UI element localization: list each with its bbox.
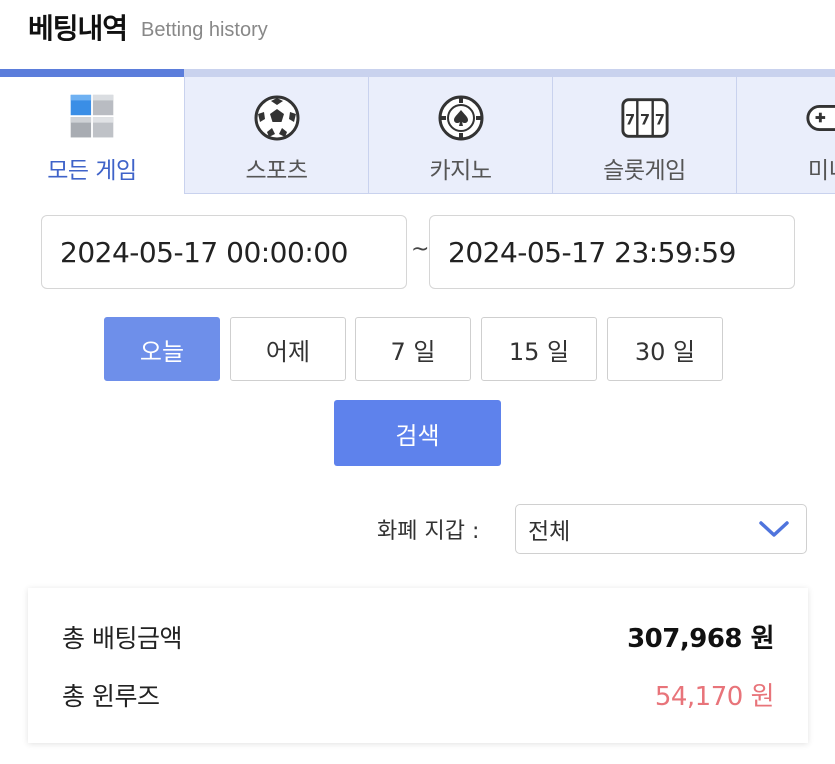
total-bet-row: 총 배팅금액 307,968 원 xyxy=(62,618,774,655)
chevron-down-icon xyxy=(758,519,790,545)
page-title: 베팅내역 xyxy=(28,12,128,45)
total-win-value: 54,170 원 xyxy=(654,682,775,712)
soccer-ball-icon xyxy=(252,93,302,143)
quick-range-7days[interactable]: 7 일 xyxy=(355,317,471,381)
slot-machine-icon: 7 7 7 xyxy=(620,93,670,143)
tab-casino[interactable]: 카지노 xyxy=(368,77,552,194)
quick-range-today[interactable]: 오늘 xyxy=(104,317,220,381)
wallet-select-value: 전체 xyxy=(528,519,571,545)
game-tabs: 모든 게임 스포츠 카지노 7 7 7 슬롯게임 미 xyxy=(0,77,835,194)
svg-text:7: 7 xyxy=(625,113,635,129)
tab-label: 슬롯게임 xyxy=(603,158,686,184)
svg-text:7: 7 xyxy=(654,113,664,129)
wallet-label: 화폐 지갑 : xyxy=(377,519,480,544)
tab-indicator-bar xyxy=(0,69,835,77)
total-win-label: 총 윈루즈 xyxy=(62,681,160,711)
date-separator: ~ xyxy=(411,237,430,262)
tab-label: 미니 xyxy=(807,158,835,184)
start-date-input[interactable]: 2024-05-17 00:00:00 xyxy=(41,215,407,289)
total-win-row: 총 윈루즈 54,170 원 xyxy=(62,676,775,713)
quick-range-30days[interactable]: 30 일 xyxy=(607,317,723,381)
page-subtitle: Betting history xyxy=(141,18,268,41)
search-button[interactable]: 검색 xyxy=(334,400,501,466)
svg-text:7: 7 xyxy=(639,113,649,129)
wallet-select[interactable]: 전체 xyxy=(515,504,807,554)
cubes-icon xyxy=(67,93,117,143)
casino-chip-icon xyxy=(436,93,486,143)
end-date-input[interactable]: 2024-05-17 23:59:59 xyxy=(429,215,795,289)
tab-label: 스포츠 xyxy=(245,158,308,184)
total-bet-label: 총 배팅금액 xyxy=(62,623,182,653)
tab-slot-games[interactable]: 7 7 7 슬롯게임 xyxy=(552,77,736,194)
page-header: 베팅내역 Betting history xyxy=(28,0,268,54)
tab-indicator-active xyxy=(0,69,184,77)
summary-panel: 총 배팅금액 307,968 원 총 윈루즈 54,170 원 xyxy=(28,588,808,743)
tab-mini[interactable]: 미니 xyxy=(736,77,835,194)
tab-label: 모든 게임 xyxy=(47,158,137,184)
tab-label: 카지노 xyxy=(429,158,492,184)
gamepad-icon xyxy=(804,93,835,143)
tab-sports[interactable]: 스포츠 xyxy=(184,77,368,194)
total-bet-value: 307,968 원 xyxy=(627,624,774,654)
tab-all-games[interactable]: 모든 게임 xyxy=(0,77,184,194)
quick-range-yesterday[interactable]: 어제 xyxy=(230,317,346,381)
quick-range-15days[interactable]: 15 일 xyxy=(481,317,597,381)
